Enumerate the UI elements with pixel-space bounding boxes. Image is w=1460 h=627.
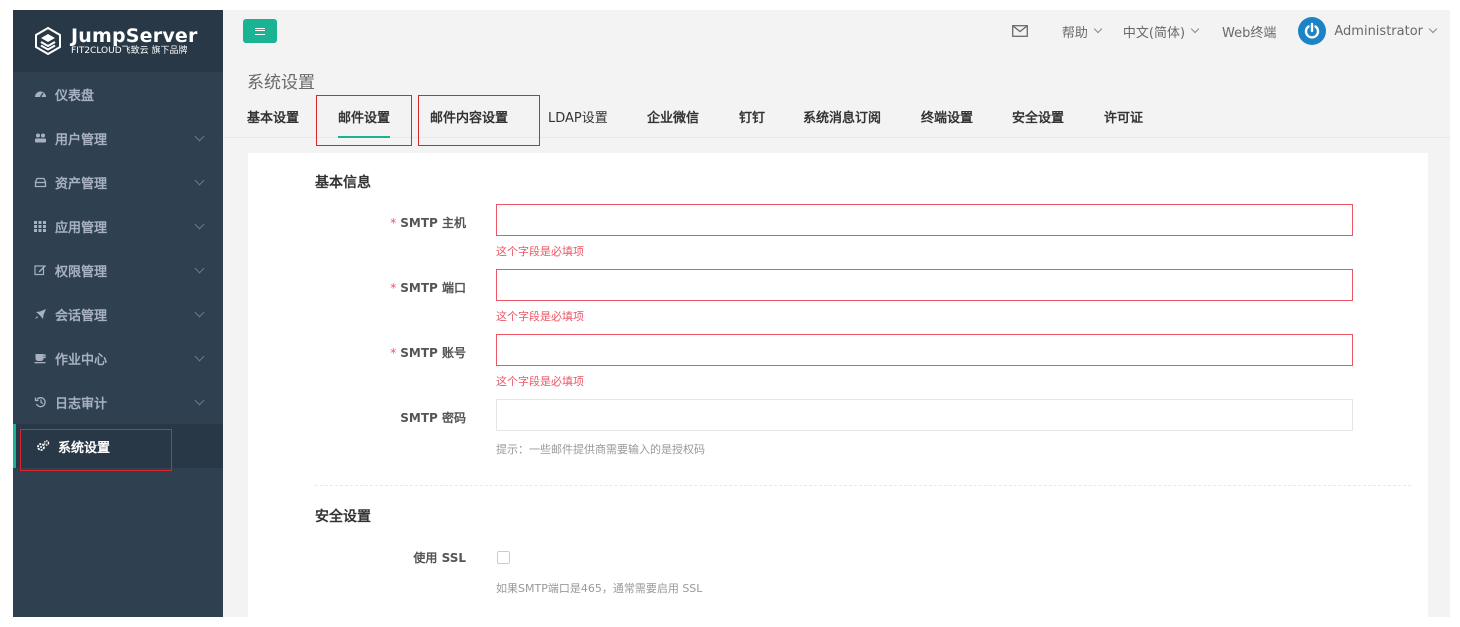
sidebar-item-users[interactable]: 用户管理 xyxy=(13,116,223,160)
web-terminal-label: Web终端 xyxy=(1222,25,1277,41)
tab-wecom[interactable]: 企业微信 xyxy=(647,96,699,138)
inbox-icon xyxy=(33,175,47,189)
sidebar-item-settings[interactable]: 系统设置 xyxy=(13,424,223,468)
tab-terminal-settings[interactable]: 终端设置 xyxy=(921,96,973,138)
sidebar-item-sessions[interactable]: 会话管理 xyxy=(13,292,223,336)
sidebar-toggle-button[interactable] xyxy=(243,19,277,43)
chevron-down-icon xyxy=(194,175,205,186)
tab-dingtalk[interactable]: 钉钉 xyxy=(739,96,765,138)
tab-email-settings[interactable]: 邮件设置 xyxy=(338,96,391,138)
smtp-port-label: * SMTP 端口 xyxy=(390,279,466,296)
edit-icon xyxy=(33,263,47,277)
sidebar-item-dashboard[interactable]: 仪表盘 xyxy=(13,72,223,116)
sidebar-item-applications[interactable]: 应用管理 xyxy=(13,204,223,248)
chevron-down-icon xyxy=(1428,24,1438,34)
required-mark: * xyxy=(390,281,397,295)
tab-email-content-settings[interactable]: 邮件内容设置 xyxy=(430,96,508,138)
tab-ldap-settings[interactable]: LDAP设置 xyxy=(548,96,608,138)
smtp-password-help: 提示：一些邮件提供商需要输入的是授权码 xyxy=(496,443,705,456)
sidebar-item-label: 应用管理 xyxy=(55,220,108,236)
tab-license[interactable]: 许可证 xyxy=(1104,96,1143,138)
smtp-account-label-text: SMTP 账号 xyxy=(400,346,466,360)
smtp-host-error: 这个字段是必填项 xyxy=(496,245,584,258)
logo-title: JumpServer xyxy=(71,24,198,47)
section-title-basic: 基本信息 xyxy=(315,175,371,191)
dashboard-icon xyxy=(33,87,47,101)
sidebar-item-label: 用户管理 xyxy=(55,132,108,148)
chevron-down-icon xyxy=(194,351,205,362)
required-mark: * xyxy=(390,346,397,360)
smtp-port-error: 这个字段是必填项 xyxy=(496,310,584,323)
help-menu[interactable]: 帮助 xyxy=(1061,22,1103,41)
sidebar-item-label: 资产管理 xyxy=(55,176,108,192)
logo-subtitle: FIT2CLOUD飞致云 旗下品牌 xyxy=(71,45,188,56)
chevron-down-icon xyxy=(194,263,205,274)
cogs-icon xyxy=(36,439,50,453)
settings-form-panel: 基本信息 * SMTP 主机 这个字段是必填项 * SMTP 端口 这个字段是必填项… xyxy=(248,153,1428,617)
sidebar-item-label: 日志审计 xyxy=(55,396,108,412)
sidebar-item-audit[interactable]: 日志审计 xyxy=(13,380,223,424)
sidebar: JumpServer FIT2CLOUD飞致云 旗下品牌 仪表盘 用户管理 资产… xyxy=(13,10,223,617)
required-mark: * xyxy=(390,216,397,230)
language-menu[interactable]: 中文(简体) xyxy=(1122,22,1200,41)
sidebar-item-label: 权限管理 xyxy=(55,264,108,280)
smtp-account-label: * SMTP 账号 xyxy=(390,344,466,361)
language-label: 中文(简体) xyxy=(1122,25,1186,41)
settings-tabs: 基本设置 邮件设置 邮件内容设置 LDAP设置 企业微信 钉钉 系统消息订阅 终… xyxy=(223,96,1450,138)
avatar xyxy=(1298,17,1327,45)
hamburger-icon xyxy=(255,27,265,35)
use-ssl-checkbox[interactable] xyxy=(497,551,510,564)
smtp-host-label: * SMTP 主机 xyxy=(390,214,466,231)
tab-basic-settings[interactable]: 基本设置 xyxy=(247,96,299,138)
chevron-down-icon xyxy=(194,395,205,406)
grid-icon xyxy=(33,219,47,233)
app-window: JumpServer FIT2CLOUD飞致云 旗下品牌 仪表盘 用户管理 资产… xyxy=(13,10,1450,617)
smtp-account-input[interactable] xyxy=(496,334,1353,366)
coffee-icon xyxy=(33,351,47,365)
sidebar-nav: 仪表盘 用户管理 资产管理 应用管理 权限管理 会话管理 作业中心 日志审计 系… xyxy=(13,72,223,468)
chevron-down-icon xyxy=(194,307,205,318)
history-icon xyxy=(33,395,47,409)
sidebar-item-assets[interactable]: 资产管理 xyxy=(13,160,223,204)
chevron-down-icon xyxy=(1190,24,1200,34)
user-menu[interactable]: Administrator xyxy=(1298,17,1438,45)
smtp-port-label-text: SMTP 端口 xyxy=(400,281,466,295)
section-title-security: 安全设置 xyxy=(315,509,371,525)
tab-security-settings[interactable]: 安全设置 xyxy=(1012,96,1064,138)
smtp-host-input[interactable] xyxy=(496,204,1353,236)
sidebar-item-label: 仪表盘 xyxy=(55,88,95,104)
sidebar-item-jobs[interactable]: 作业中心 xyxy=(13,336,223,380)
tab-message-subscription[interactable]: 系统消息订阅 xyxy=(803,96,881,138)
chevron-down-icon xyxy=(194,131,205,142)
use-ssl-help: 如果SMTP端口是465，通常需要启用 SSL xyxy=(496,582,703,595)
smtp-port-input[interactable] xyxy=(496,269,1353,301)
sidebar-item-label: 系统设置 xyxy=(58,440,111,456)
top-right-menu: 帮助 中文(简体) Web终端 Administrator xyxy=(990,10,1438,52)
username: Administrator xyxy=(1334,23,1423,39)
chevron-down-icon xyxy=(194,219,205,230)
section-divider xyxy=(315,485,1411,486)
jumpserver-logo-icon xyxy=(33,26,63,56)
top-navbar: 帮助 中文(简体) Web终端 Administrator xyxy=(223,10,1450,52)
page-title: 系统设置 xyxy=(247,73,315,93)
smtp-host-label-text: SMTP 主机 xyxy=(400,216,466,230)
envelope-icon[interactable] xyxy=(1011,25,1028,37)
use-ssl-label: 使用 SSL xyxy=(413,551,466,565)
web-terminal-link[interactable]: Web终端 xyxy=(1222,22,1276,41)
logo[interactable]: JumpServer FIT2CLOUD飞致云 旗下品牌 xyxy=(13,10,223,72)
smtp-password-input[interactable] xyxy=(496,399,1353,431)
sidebar-item-permissions[interactable]: 权限管理 xyxy=(13,248,223,292)
sidebar-item-label: 会话管理 xyxy=(55,308,108,324)
chevron-down-icon xyxy=(1093,24,1103,34)
sidebar-item-label: 作业中心 xyxy=(55,352,108,368)
smtp-password-label: SMTP 密码 xyxy=(400,411,466,425)
smtp-account-error: 这个字段是必填项 xyxy=(496,375,584,388)
rocket-icon xyxy=(33,307,47,321)
help-label: 帮助 xyxy=(1061,25,1088,41)
users-icon xyxy=(33,131,47,145)
